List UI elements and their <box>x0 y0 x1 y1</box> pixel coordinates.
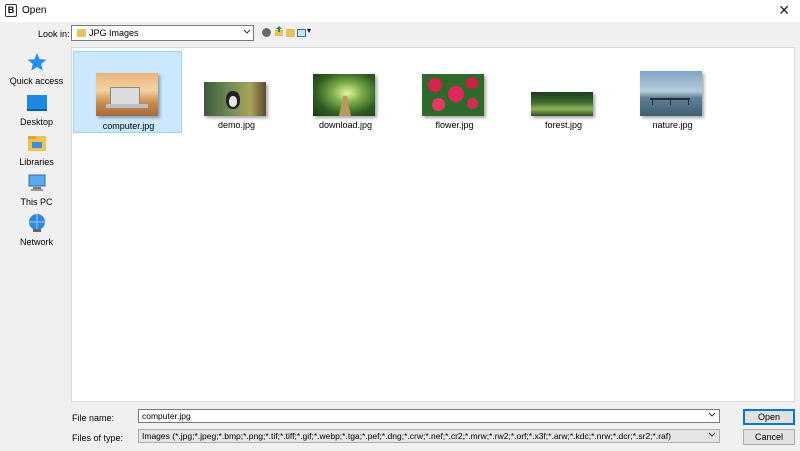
file-thumbnail <box>313 74 375 116</box>
file-item-nature[interactable]: nature.jpg <box>618 51 727 133</box>
view-dropdown-arrow-icon[interactable]: ▾ <box>307 26 311 35</box>
cancel-button[interactable]: Cancel <box>743 429 795 445</box>
files-of-type-label: Files of type: <box>72 433 124 443</box>
title-bar: B Open ✕ <box>0 0 800 22</box>
star-icon <box>5 52 68 74</box>
file-name: computer.jpg <box>102 121 155 131</box>
file-list[interactable]: computer.jpg demo.jpg download.jpg flowe… <box>71 47 795 402</box>
file-thumbnail <box>204 82 266 116</box>
network-icon <box>5 213 68 235</box>
file-name-label: File name: <box>72 413 115 423</box>
look-in-value: JPG Images <box>89 28 139 38</box>
file-item-computer[interactable]: computer.jpg <box>73 51 182 133</box>
file-name-input[interactable]: computer.jpg <box>138 409 720 423</box>
file-name: nature.jpg <box>652 120 693 130</box>
this-pc-icon <box>5 173 68 195</box>
places-bar: Quick access Desktop Libraries This PC N… <box>5 47 68 402</box>
close-button[interactable]: ✕ <box>778 3 790 17</box>
up-folder-icon[interactable] <box>274 26 283 36</box>
file-item-demo[interactable]: demo.jpg <box>182 51 291 133</box>
new-folder-icon[interactable] <box>286 29 295 37</box>
back-icon[interactable] <box>262 28 271 37</box>
files-of-type-value: Images (*.jpg;*.jpeg;*.bmp;*.png;*.tif;*… <box>142 431 671 441</box>
file-thumbnail <box>531 92 593 116</box>
look-in-label: Look in: <box>38 29 70 39</box>
place-network[interactable]: Network <box>5 213 68 247</box>
file-name: flower.jpg <box>435 120 474 130</box>
files-of-type-select[interactable]: Images (*.jpg;*.jpeg;*.bmp;*.png;*.tif;*… <box>138 429 720 443</box>
view-menu-icon[interactable] <box>297 29 306 37</box>
place-label: Network <box>19 237 53 247</box>
place-label: Desktop <box>19 117 54 127</box>
place-this-pc[interactable]: This PC <box>5 173 68 207</box>
file-item-forest[interactable]: forest.jpg <box>509 51 618 133</box>
window-title: Open <box>22 5 47 16</box>
libraries-icon <box>5 133 68 155</box>
place-label: This PC <box>20 197 53 207</box>
file-item-download[interactable]: download.jpg <box>291 51 400 133</box>
file-name-value: computer.jpg <box>142 411 191 421</box>
desktop-icon <box>5 93 68 115</box>
place-desktop[interactable]: Desktop <box>5 93 68 127</box>
file-name: download.jpg <box>318 120 373 130</box>
open-button[interactable]: Open <box>743 409 795 425</box>
app-icon: B <box>5 4 17 17</box>
folder-icon <box>77 29 86 37</box>
chevron-down-icon <box>243 27 251 39</box>
chevron-down-icon[interactable] <box>708 410 716 422</box>
file-name: demo.jpg <box>217 120 256 130</box>
place-quick-access[interactable]: Quick access <box>5 52 68 86</box>
chevron-down-icon[interactable] <box>708 430 716 442</box>
file-name: forest.jpg <box>544 120 583 130</box>
file-thumbnail <box>640 71 702 116</box>
file-thumbnail <box>96 73 158 116</box>
place-libraries[interactable]: Libraries <box>5 133 68 167</box>
file-item-flower[interactable]: flower.jpg <box>400 51 509 133</box>
place-label: Quick access <box>9 76 64 86</box>
file-thumbnail <box>422 74 484 116</box>
look-in-combo[interactable]: JPG Images <box>71 25 254 41</box>
place-label: Libraries <box>19 157 54 167</box>
